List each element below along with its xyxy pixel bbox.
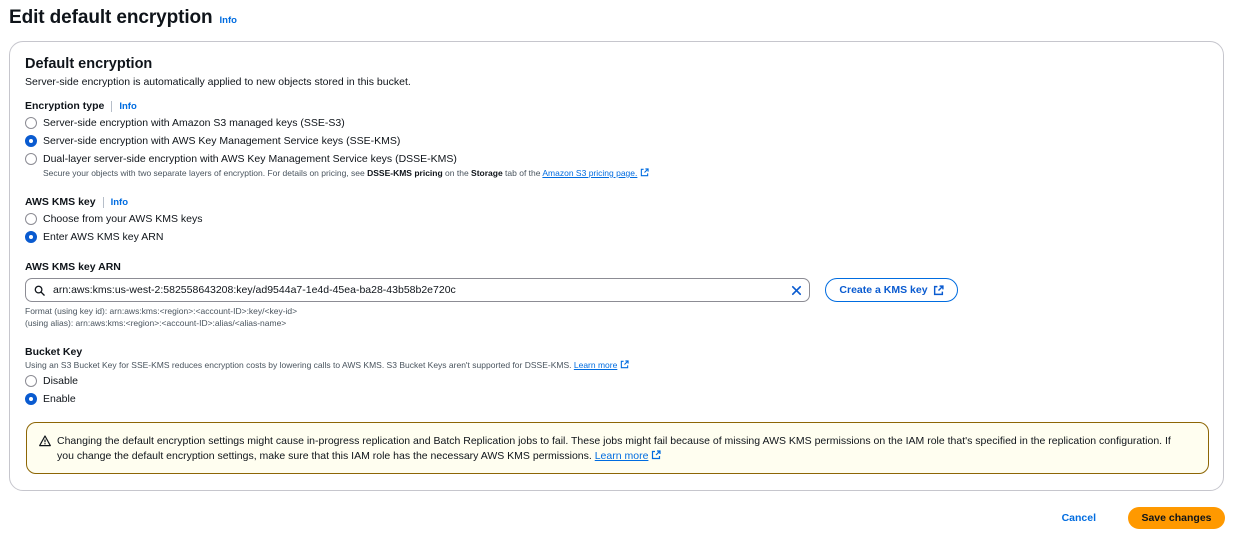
clear-icon[interactable] [790,284,803,297]
warning-alert-text: Changing the default encryption settings… [57,434,1177,464]
s3-pricing-link[interactable]: Amazon S3 pricing page. [542,168,637,178]
create-kms-key-label: Create a KMS key [839,284,928,296]
section-description: Server-side encryption is automatically … [25,76,411,88]
radio-option-dsse-kms[interactable]: Dual-layer server-side encryption with A… [25,153,457,165]
encryption-type-label-text: Encryption type [25,100,105,112]
kms-key-arn-input[interactable] [53,284,773,296]
kms-key-arn-label: AWS KMS key ARN [25,261,121,273]
page-header: Edit default encryption Info [9,7,237,31]
radio-option-sse-s3[interactable]: Server-side encryption with Amazon S3 ma… [25,117,345,129]
search-icon [34,285,45,296]
format-key-id-hint: Format (using key id): arn:aws:kms:<regi… [25,306,298,316]
format-alias-hint: (using alias): arn:aws:kms:<region>:<acc… [25,318,287,328]
encryption-type-label: Encryption type Info [25,100,137,112]
encryption-type-info-link[interactable]: Info [119,101,136,112]
radio-label-enter-kms-arn: Enter AWS KMS key ARN [43,231,164,243]
radio-label-sse-s3: Server-side encryption with Amazon S3 ma… [43,117,345,129]
hint-bold-pricing: DSSE-KMS pricing [367,168,443,178]
radio-option-choose-kms-keys[interactable]: Choose from your AWS KMS keys [25,213,203,225]
section-title: Default encryption [25,56,153,72]
hint-text: Secure your objects with two separate la… [43,168,368,178]
warning-icon [39,435,51,447]
radio-button-sse-kms[interactable] [25,135,37,147]
form-footer: Cancel Save changes [1054,507,1225,529]
external-link-icon [621,360,629,369]
bucket-key-label: Bucket Key [25,346,83,358]
kms-key-arn-field[interactable] [25,278,810,302]
create-kms-key-button[interactable]: Create a KMS key [825,278,958,302]
save-changes-button[interactable]: Save changes [1128,507,1225,529]
page-info-link[interactable]: Info [220,15,237,26]
radio-button-dsse-kms[interactable] [25,153,37,165]
bucket-key-hint-text: Using an S3 Bucket Key for SSE-KMS reduc… [25,360,574,370]
radio-label-choose-kms-keys: Choose from your AWS KMS keys [43,213,203,225]
radio-button-bucket-key-enable[interactable] [25,393,37,405]
radio-label-bucket-key-enable: Enable [43,393,76,405]
cancel-button[interactable]: Cancel [1054,512,1104,524]
kms-key-label: AWS KMS key Info [25,196,128,208]
radio-option-bucket-key-enable[interactable]: Enable [25,393,76,405]
radio-button-enter-kms-arn[interactable] [25,231,37,243]
page-title: Edit default encryption [9,7,213,28]
label-divider [102,196,104,208]
external-link-icon [933,284,944,295]
hint-text-suffix: tab of the [502,168,543,178]
kms-key-label-text: AWS KMS key [25,196,96,208]
hint-text-mid: on the [442,168,472,178]
external-link-icon [652,450,662,460]
radio-option-sse-kms[interactable]: Server-side encryption with AWS Key Mana… [25,135,400,147]
radio-option-bucket-key-disable[interactable]: Disable [25,375,78,387]
bucket-key-hint: Using an S3 Bucket Key for SSE-KMS reduc… [25,360,629,370]
radio-option-enter-kms-arn[interactable]: Enter AWS KMS key ARN [25,231,163,243]
default-encryption-panel: Default encryption Server-side encryptio… [9,41,1224,491]
external-link-icon [641,168,650,177]
radio-label-dsse-kms: Dual-layer server-side encryption with A… [43,153,457,165]
radio-label-bucket-key-disable: Disable [43,375,79,387]
radio-button-choose-kms-keys[interactable] [25,213,37,225]
dsse-kms-hint: Secure your objects with two separate la… [43,168,650,178]
label-divider [111,100,113,112]
warning-alert: Changing the default encryption settings… [26,422,1209,474]
kms-key-info-link[interactable]: Info [111,197,128,208]
hint-bold-storage: Storage [471,168,503,178]
alert-learn-more-link[interactable]: Learn more [595,450,649,462]
radio-button-bucket-key-disable[interactable] [25,375,37,387]
bucket-key-learn-more-link[interactable]: Learn more [574,360,617,370]
radio-button-sse-s3[interactable] [25,117,37,129]
radio-label-sse-kms: Server-side encryption with AWS Key Mana… [43,135,401,147]
